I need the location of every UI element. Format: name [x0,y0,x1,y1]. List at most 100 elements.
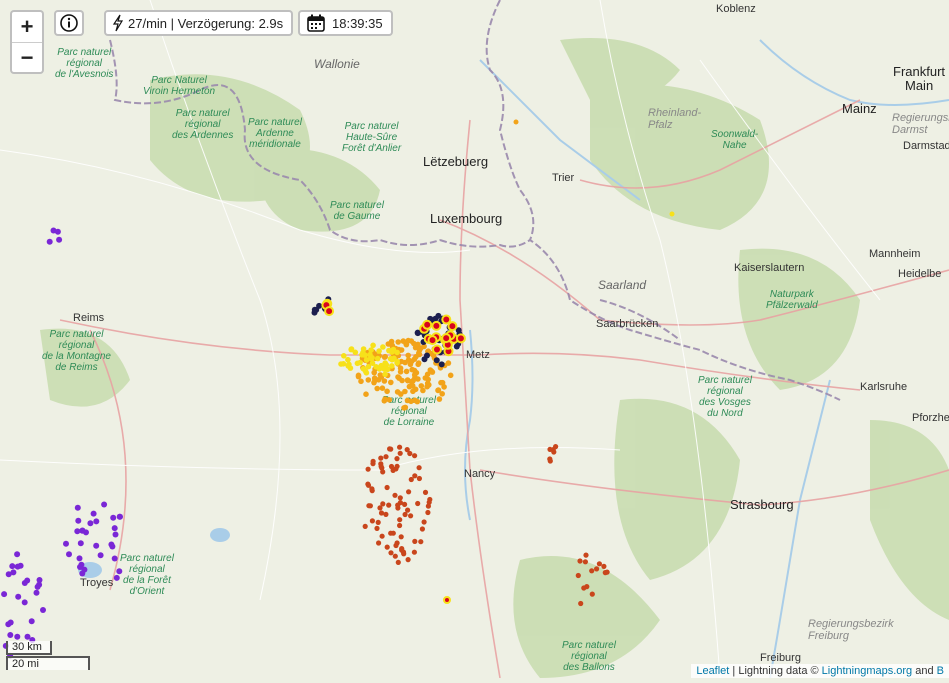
lightning-strike [93,542,100,549]
lightning-strike [74,528,81,535]
lightning-strike [421,519,427,525]
lightning-strike [405,557,411,563]
lightning-strike [416,465,422,471]
lightning-strike [393,542,399,549]
lightning-strike [399,547,405,553]
lightning-strike [383,454,389,460]
lightning-strike [431,320,442,331]
lightning-strike [17,562,24,569]
lightning-strike [112,531,119,538]
lightning-strike [415,361,422,368]
lightning-strike [109,543,116,550]
lightning-strike [412,538,418,545]
lightning-strike [445,360,452,366]
lightning-strike [388,530,394,536]
lightning-strike [378,461,384,467]
lightningmaps-link[interactable]: Lightningmaps.org [822,665,913,677]
lightning-strike [5,571,12,578]
lightning-strike [578,600,584,607]
lightning-strike [370,461,376,467]
lightning-strike [363,357,370,363]
scale-km: 30 km [6,641,52,655]
lightning-strike [602,570,608,576]
lightning-strike [422,489,429,495]
lightning-strike [75,517,82,524]
time-display[interactable]: 18:39:35 [298,10,393,36]
zoom-in-button[interactable]: + [12,12,42,43]
lightning-strike [398,391,404,397]
lightning-strike [409,366,416,373]
zoom-out-button[interactable]: − [12,43,42,73]
lightning-strike [433,357,440,364]
lightning-strike [382,371,388,378]
lightning-strike [426,382,432,388]
lightning-strike [411,340,417,347]
lightning-strike [395,502,401,508]
lightning-strike [447,372,454,379]
lightning-strike [111,555,118,562]
lightning-strike [374,355,381,362]
lightning-strike [324,306,335,317]
lightning-strike [15,593,22,600]
lightning-strike [410,388,416,395]
lightning-strike [365,377,372,383]
lightning-strike [388,463,395,470]
lightning-strike [412,473,418,479]
lightning-strike [417,345,424,352]
lightning-strike [400,338,407,344]
lightning-strike [28,618,35,625]
lightning-strike [14,633,21,640]
lightning-strike [365,481,371,487]
lightning-strike [551,449,557,455]
lightning-strike [416,475,422,482]
lightning-strike [379,385,386,392]
time-text: 18:39:35 [332,15,383,31]
lightning-strike [21,599,28,606]
lightning-strike [455,333,466,344]
lightning-strike [403,368,410,375]
lightning-strike [397,517,403,523]
attribution-text: | Lightning data © [729,665,822,677]
lightning-strike [582,559,589,565]
lightning-strike [355,373,362,380]
lightning-strike [24,577,31,584]
lightning-strike [386,502,392,508]
lightning-strike [422,319,433,330]
lightning-strike [380,469,386,475]
lightning-strike [404,397,411,404]
lightning-strike [362,368,369,374]
lightning-strike [439,391,446,397]
lightning-strike [412,453,418,459]
lightning-strike [66,551,72,558]
lightning-strike [371,379,377,386]
lightning-strike [386,347,392,354]
lightning-strike [389,363,395,369]
lightning-strike [346,361,352,368]
strike-rate-display: 27/min | Verzögerung: 2.9s [104,10,294,36]
lightning-strike [669,211,675,217]
lightning-strike [101,501,108,508]
attribution-more-link[interactable]: B [937,665,944,677]
info-button[interactable] [54,10,84,36]
lightning-strike [40,607,46,613]
lightning-strike [438,361,445,368]
lightning-strike [362,523,368,530]
lightning-strike [405,507,411,513]
lightning-strike [357,359,363,366]
lightning-strike [395,339,402,345]
lightning-strike [87,520,94,527]
lightning-strike [402,501,408,507]
lightning-strike [376,540,382,546]
lightning-strike [397,444,403,450]
lightning-strike [418,539,424,545]
lightning-strike [397,495,403,501]
lightning-strike [416,350,422,356]
scale-bar: 30 km 20 mi [6,641,90,670]
lightning-strike [441,314,452,325]
lightning-strike [575,572,581,579]
lightning-strike [34,583,41,590]
lightning-strike [429,369,436,375]
lightning-strike [395,374,401,380]
leaflet-link[interactable]: Leaflet [696,665,729,677]
lightning-strike [365,466,371,472]
